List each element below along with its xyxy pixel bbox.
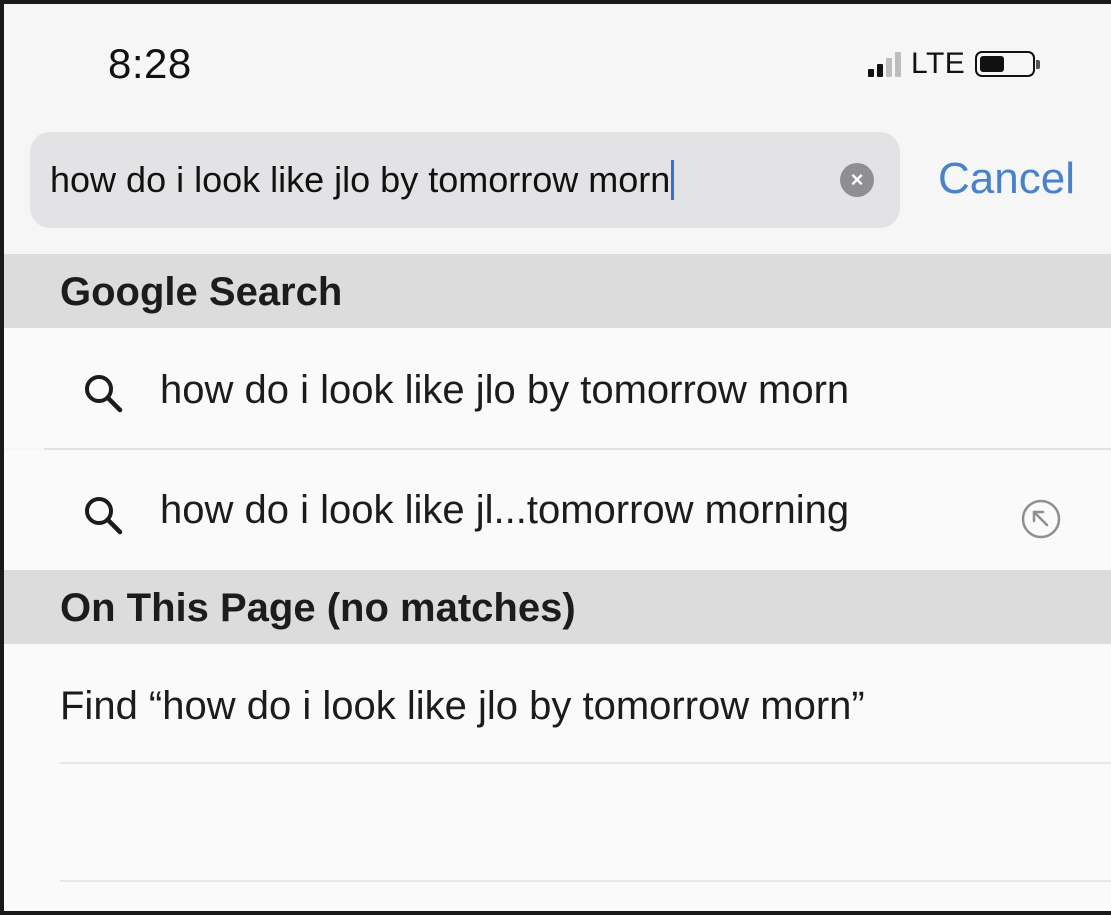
signal-bar-2: [877, 64, 883, 77]
signal-bar-4: [895, 52, 901, 77]
section-title: Google Search: [60, 270, 343, 314]
suggestion-row[interactable]: how do i look like jlo by tomorrow morn: [4, 328, 1111, 448]
network-type: LTE: [911, 47, 966, 80]
battery-icon: [975, 51, 1041, 77]
fill-suggestion-arrow-icon[interactable]: [1020, 498, 1062, 540]
find-on-page-item[interactable]: Find “how do i look like jlo by tomorrow…: [60, 684, 865, 729]
google-search-section-header: Google Search: [4, 254, 1111, 328]
on-this-page-section-header: On This Page (no matches): [4, 570, 1111, 644]
signal-bar-3: [886, 58, 892, 77]
signal-bar-1: [868, 69, 874, 77]
status-bar: 8:28 LTE: [4, 4, 1111, 114]
browser-search-screen: 8:28 LTE how do i look like jlo by tomor…: [4, 4, 1111, 911]
section-title: On This Page (no matches): [60, 586, 576, 630]
suggestion-row[interactable]: how do i look like jl...tomorrow morning: [4, 450, 1111, 570]
search-input[interactable]: how do i look like jlo by tomorrow morn …: [30, 132, 900, 228]
search-query: how do i look like jlo by tomorrow morn: [50, 159, 671, 200]
suggestion-text: how do i look like jl...tomorrow morning: [160, 488, 850, 532]
signal-strength-icon: [868, 51, 901, 77]
search-icon: [85, 375, 123, 413]
status-time: 8:28: [108, 40, 192, 87]
find-on-page-area: Find “how do i look like jlo by tomorrow…: [4, 644, 1111, 911]
row-divider: [60, 880, 1111, 882]
battery-nub: [1036, 60, 1041, 69]
search-row: how do i look like jlo by tomorrow morn …: [4, 114, 1111, 254]
cancel-button[interactable]: Cancel: [938, 154, 1075, 204]
suggestion-text: how do i look like jlo by tomorrow morn: [160, 368, 850, 412]
search-input-text: how do i look like jlo by tomorrow morn: [50, 159, 675, 201]
text-caret: [671, 160, 675, 200]
row-divider: [60, 762, 1111, 764]
clear-icon[interactable]: ×: [840, 163, 874, 197]
search-icon: [85, 497, 123, 535]
battery-level: [980, 56, 1005, 72]
status-indicators: LTE: [868, 44, 1041, 84]
